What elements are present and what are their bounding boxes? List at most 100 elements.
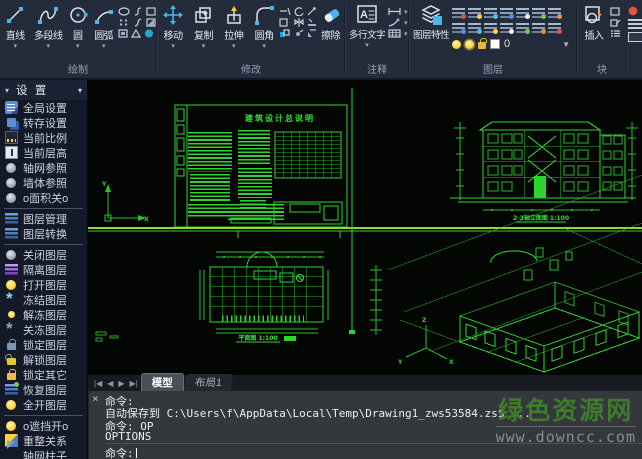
move-button[interactable]: 移动 ▾ xyxy=(158,0,188,50)
sidebar-item-axis-column[interactable]: 轴网柱子 xyxy=(0,448,87,459)
layer-off-icon[interactable] xyxy=(452,7,465,18)
chevron-down-icon[interactable]: ▾ xyxy=(404,9,408,16)
sidebar-item-layer-convert[interactable]: 图层转换 xyxy=(0,226,87,241)
chevron-down-icon[interactable]: ▾ xyxy=(404,31,408,38)
sidebar-item-lock-others[interactable]: 锁定其它 xyxy=(0,367,87,382)
layer-lock-icon[interactable] xyxy=(516,7,529,18)
nav-first-icon[interactable]: |◀ xyxy=(92,377,104,391)
insert-button[interactable]: 插入 xyxy=(578,0,610,42)
chevron-down-icon[interactable]: ▾ xyxy=(262,43,266,50)
layer-restore-icon[interactable] xyxy=(548,22,561,33)
chevron-down-icon[interactable]: ▾ xyxy=(171,43,175,50)
polygon-icon[interactable] xyxy=(131,29,141,38)
chevron-down-icon[interactable]: ▾ xyxy=(13,43,17,50)
polyline-button[interactable]: 多段线 ▾ xyxy=(30,0,66,50)
point-grid-icon[interactable] xyxy=(118,18,130,27)
ellipse-icon[interactable] xyxy=(118,7,130,16)
layer-combobox[interactable]: 0 ▼ xyxy=(452,36,570,52)
layer-prev-icon[interactable] xyxy=(468,22,481,33)
sidebar-item-wall-reference[interactable]: 墙体参照 xyxy=(0,175,87,190)
layer-current-icon[interactable] xyxy=(484,22,497,33)
tab-layout1[interactable]: 布局1 xyxy=(184,374,233,391)
command-history[interactable]: × 命令: 自动保存到 C:\Users\f\AppData\Local\Tem… xyxy=(88,391,642,459)
chevron-down-icon[interactable]: ▾ xyxy=(404,20,408,27)
sidebar-item-export-settings[interactable]: 转存设置 xyxy=(0,115,87,130)
tab-model[interactable]: 模型 xyxy=(141,373,184,391)
drawing-canvas[interactable]: 建筑设计总说明 X Y xyxy=(88,80,642,375)
layer-thaw-icon[interactable] xyxy=(500,7,513,18)
sidebar-item-current-scale[interactable]: 当前比例 xyxy=(0,130,87,145)
layer-merge-icon[interactable] xyxy=(516,22,529,33)
table-icon[interactable] xyxy=(388,29,401,38)
sidebar-item-floor-height[interactable]: 当前层高 xyxy=(0,145,87,160)
rectangle-icon[interactable] xyxy=(146,7,156,16)
explode-icon[interactable] xyxy=(294,29,304,38)
layer-properties-button[interactable]: 图层特性 xyxy=(410,0,452,41)
layer-color-swatch[interactable] xyxy=(490,39,500,49)
layer-freeze-icon[interactable] xyxy=(484,7,497,18)
sidebar-item-layer-freeze[interactable]: 冻结图层 xyxy=(0,292,87,307)
circle-button[interactable]: 圆 ▾ xyxy=(66,0,89,50)
chevron-down-icon[interactable]: ▾ xyxy=(202,43,206,50)
revision-cloud-icon[interactable] xyxy=(144,29,154,38)
sidebar-item-grid-reference[interactable]: 轴网参照 xyxy=(0,160,87,175)
sidebar-item-global-settings[interactable]: 全局设置 xyxy=(0,100,87,115)
chevron-down-icon[interactable]: ▾ xyxy=(232,43,236,50)
close-icon[interactable]: × xyxy=(92,392,99,405)
mtext-button[interactable]: A 多行文字 ▾ xyxy=(346,0,388,49)
chevron-down-icon[interactable]: ▾ xyxy=(76,43,80,50)
copy-button[interactable]: 复制 ▾ xyxy=(188,0,218,50)
mirror-icon[interactable] xyxy=(294,18,304,27)
sidebar-item-all-layers-on[interactable]: 全开图层 xyxy=(0,397,87,412)
scale-icon[interactable] xyxy=(307,7,317,16)
sidebar-item-layer-unlock[interactable]: 解锁图层 xyxy=(0,352,87,367)
array-icon[interactable] xyxy=(279,29,291,38)
sidebar-item-freeze-off[interactable]: 关冻图层 xyxy=(0,322,87,337)
chevron-down-icon[interactable]: ▾ xyxy=(47,43,51,50)
offset-icon[interactable] xyxy=(279,18,291,27)
layer-on-icon[interactable] xyxy=(468,7,481,18)
nav-next-icon[interactable]: ▶ xyxy=(116,377,126,391)
clipped-tool-icon[interactable] xyxy=(628,6,642,16)
align-icon[interactable] xyxy=(307,18,317,27)
edit-block-icon[interactable] xyxy=(610,18,621,27)
dimension-icon[interactable] xyxy=(388,7,401,16)
sidebar-item-area-toggle[interactable]: o面积关o xyxy=(0,190,87,205)
nav-prev-icon[interactable]: ◀ xyxy=(105,377,115,391)
trim-icon[interactable] xyxy=(279,7,291,16)
clipped-tool-icon[interactable] xyxy=(628,32,642,42)
layer-match-icon[interactable] xyxy=(452,22,465,33)
sidebar-item-layer-lock[interactable]: 锁定图层 xyxy=(0,337,87,352)
layer-isolate-icon[interactable] xyxy=(548,7,561,18)
sidebar-item-layer-on[interactable]: 打开图层 xyxy=(0,277,87,292)
command-input[interactable]: 命令: xyxy=(105,443,642,457)
sidebar-item-occlusion-toggle[interactable]: o遮挡开o xyxy=(0,418,87,433)
clipped-tool-icon[interactable] xyxy=(628,19,642,29)
leader-icon[interactable] xyxy=(388,18,401,27)
region-icon[interactable] xyxy=(118,29,128,38)
sidebar-item-layer-off[interactable]: 关闭图层 xyxy=(0,247,87,262)
sidebar-item-layer-isolate[interactable]: 隔离图层 xyxy=(0,262,87,277)
sidebar-item-layer-thaw[interactable]: 解冻图层 xyxy=(0,307,87,322)
palette-header[interactable]: ▾ 设 置 ▾ xyxy=(0,80,87,100)
layer-delete-icon[interactable] xyxy=(532,22,545,33)
chevron-down-icon[interactable]: ▾ xyxy=(102,43,106,50)
layer-walk-icon[interactable] xyxy=(500,22,513,33)
spline-fit-icon[interactable] xyxy=(133,18,143,27)
sidebar-item-layer-manage[interactable]: 图层管理 xyxy=(0,211,87,226)
rotate-icon[interactable] xyxy=(294,7,304,16)
bulb-on-icon[interactable] xyxy=(452,40,461,49)
collapse-chevron-icon[interactable]: ▾ xyxy=(78,86,82,95)
create-block-icon[interactable] xyxy=(610,7,621,16)
nav-last-icon[interactable]: ▶| xyxy=(128,377,140,391)
erase-button[interactable]: 擦除 xyxy=(317,0,344,42)
sidebar-item-layer-restore[interactable]: 恢复图层 xyxy=(0,382,87,397)
sun-icon[interactable] xyxy=(465,40,474,49)
stretch-button[interactable]: 拉伸 ▾ xyxy=(219,0,249,50)
chevron-down-icon[interactable]: ▾ xyxy=(365,42,369,49)
lock-icon[interactable] xyxy=(478,42,486,49)
arc-button[interactable]: 圆弧 ▾ xyxy=(89,0,118,50)
line-button[interactable]: 直线 ▾ xyxy=(0,0,30,50)
layer-unlock-icon[interactable] xyxy=(532,7,545,18)
hatch-icon[interactable] xyxy=(146,18,156,27)
